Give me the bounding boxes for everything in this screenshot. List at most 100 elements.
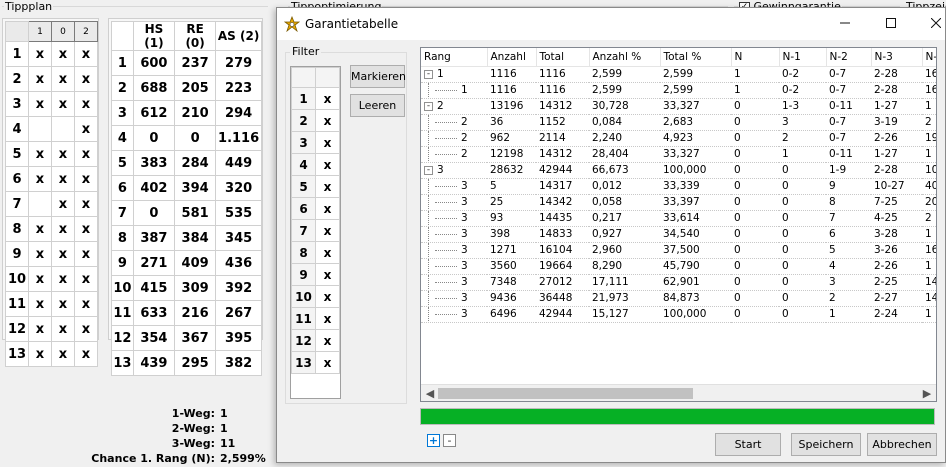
pick-cell[interactable]: x [28, 91, 52, 117]
column-header[interactable]: N-4 [922, 48, 936, 67]
pick-cell[interactable]: x [74, 191, 98, 217]
pick-cell[interactable]: x [28, 166, 52, 192]
pick-cell[interactable]: x [74, 216, 98, 242]
group-row[interactable]: -3286324294466,673100,000001-92-2810 [421, 162, 936, 179]
pick-cell[interactable]: x [74, 291, 98, 317]
filter-cell[interactable]: x [315, 175, 340, 198]
filter-cell[interactable]: x [315, 285, 340, 308]
pick-cell[interactable]: x [51, 41, 75, 67]
table-row[interactable]: 3 6496 42944 15,127 100,000 0 0 1 2-24 1 [421, 306, 936, 323]
table-row[interactable]: 3 9436 36448 21,973 84,873 0 0 2 2-27 14 [421, 290, 936, 307]
pick-cell[interactable] [28, 116, 52, 142]
column-header[interactable]: N-3 [871, 48, 923, 67]
pick-cell[interactable] [51, 116, 75, 142]
save-button[interactable]: Speichern [791, 433, 861, 456]
filter-cell[interactable]: x [315, 219, 340, 242]
table-row[interactable]: 3 5 14317 0,012 33,339 0 0 9 10-27 40 [421, 178, 936, 195]
pick-cell[interactable]: x [74, 341, 98, 367]
table-row[interactable]: 2 36 1152 0,084 2,683 0 3 0-7 3-19 2 [421, 114, 936, 131]
column-header[interactable]: Total % [660, 48, 732, 67]
pick-cell[interactable]: x [74, 166, 98, 192]
table-row[interactable]: 2 12198 14312 28,404 33,327 0 1 0-11 1-27 1 [421, 146, 936, 163]
pick-cell[interactable]: x [28, 66, 52, 92]
pick-cell[interactable]: x [51, 166, 75, 192]
column-header[interactable]: N-1 [779, 48, 827, 67]
pick-cell[interactable]: x [51, 266, 75, 292]
pick-cell[interactable]: x [28, 266, 52, 292]
filter-cell[interactable]: x [315, 87, 340, 110]
filter-cell[interactable]: x [315, 329, 340, 352]
horizontal-scrollbar[interactable]: ◀ ▶ [421, 384, 936, 401]
filter-column-header[interactable] [315, 67, 340, 88]
group-row[interactable]: -1111611162,5992,59910-20-72-2816 [421, 66, 936, 83]
pick-cell[interactable]: x [74, 316, 98, 342]
pick-cell[interactable]: x [74, 41, 98, 67]
pick-cell[interactable]: x [28, 241, 52, 267]
pick-cell[interactable]: x [51, 291, 75, 317]
pick-cell[interactable]: x [51, 241, 75, 267]
filter-cell[interactable]: x [315, 109, 340, 132]
scroll-right-icon[interactable]: ▶ [920, 386, 934, 401]
scrollbar-thumb[interactable] [438, 388, 693, 399]
pick-cell[interactable]: x [51, 316, 75, 342]
clear-button[interactable]: Leeren [350, 94, 405, 117]
pick-column-header[interactable]: 1 [28, 21, 52, 42]
filter-cell[interactable]: x [315, 131, 340, 154]
maximize-button[interactable] [868, 8, 914, 40]
collapse-toggle-icon[interactable]: - [424, 101, 433, 111]
column-header[interactable]: N [731, 48, 780, 67]
filter-cell[interactable]: x [315, 241, 340, 264]
column-header[interactable]: Rang [421, 48, 488, 67]
start-button[interactable]: Start [715, 433, 781, 456]
pick-cell[interactable]: x [28, 316, 52, 342]
mark-button[interactable]: Markieren [350, 65, 406, 88]
pick-cell[interactable]: x [51, 191, 75, 217]
table-row[interactable]: 3 93 14435 0,217 33,614 0 0 7 4-25 2 [421, 210, 936, 227]
filter-cell[interactable]: x [315, 351, 340, 374]
column-header[interactable]: Total [536, 48, 590, 67]
pick-cell[interactable]: x [28, 291, 52, 317]
group-row[interactable]: -2 13196 14312 30,728 33,327 0 1-3 0-11 1-27 1 [421, 98, 936, 115]
table-row[interactable]: 1 1116 1116 2,599 2,599 1 0-2 0-7 2-28 16 [421, 82, 936, 99]
pick-cell[interactable]: x [28, 41, 52, 67]
column-header[interactable]: N-2 [826, 48, 872, 67]
table-row[interactable]: 3 398 14833 0,927 34,540 0 0 6 3-28 1 [421, 226, 936, 243]
minimize-button[interactable] [822, 8, 868, 40]
column-header[interactable]: Anzahl [487, 48, 537, 67]
table-row[interactable]: 3 7348 27012 17,111 62,901 0 0 3 2-25 14 [421, 274, 936, 291]
pick-cell[interactable]: x [74, 241, 98, 267]
pick-cell[interactable]: x [28, 341, 52, 367]
pick-cell[interactable]: x [51, 141, 75, 167]
pick-cell[interactable] [28, 191, 52, 217]
pick-column-header[interactable]: 0 [51, 21, 75, 42]
pick-cell[interactable]: x [74, 91, 98, 117]
filter-cell[interactable]: x [315, 197, 340, 220]
filter-cell[interactable]: x [315, 307, 340, 330]
pick-cell[interactable]: x [74, 141, 98, 167]
table-row[interactable]: 3 1271 16104 2,960 37,500 0 0 5 3-26 16 [421, 242, 936, 259]
filter-cell[interactable]: x [315, 153, 340, 176]
table-row[interactable]: 3 3560 19664 8,290 45,790 0 0 4 2-26 1 [421, 258, 936, 275]
pick-cell[interactable]: x [51, 216, 75, 242]
pick-cell[interactable]: x [74, 266, 98, 292]
filter-cell[interactable]: x [315, 263, 340, 286]
collapse-toggle-icon[interactable]: - [424, 165, 433, 175]
pick-column-header[interactable]: 2 [74, 21, 98, 42]
table-row[interactable]: 2 962 2114 2,240 4,923 0 2 0-7 2-26 19 [421, 130, 936, 147]
pick-cell[interactable]: x [51, 91, 75, 117]
scroll-left-icon[interactable]: ◀ [423, 386, 437, 401]
close-button[interactable] [913, 8, 946, 40]
zoom-out-button[interactable]: - [443, 434, 456, 447]
zoom-in-button[interactable]: + [427, 434, 440, 447]
column-header[interactable]: Anzahl % [589, 48, 661, 67]
cancel-button[interactable]: Abbrechen [867, 433, 937, 456]
pick-cell[interactable]: x [74, 116, 98, 142]
pick-cell[interactable]: x [28, 141, 52, 167]
cell-value: 2-28 [874, 83, 898, 96]
pick-cell[interactable]: x [51, 341, 75, 367]
pick-cell[interactable]: x [74, 66, 98, 92]
pick-cell[interactable]: x [28, 216, 52, 242]
table-row[interactable]: 3 25 14342 0,058 33,397 0 0 8 7-25 20 [421, 194, 936, 211]
pick-cell[interactable]: x [51, 66, 75, 92]
collapse-toggle-icon[interactable]: - [424, 69, 433, 79]
